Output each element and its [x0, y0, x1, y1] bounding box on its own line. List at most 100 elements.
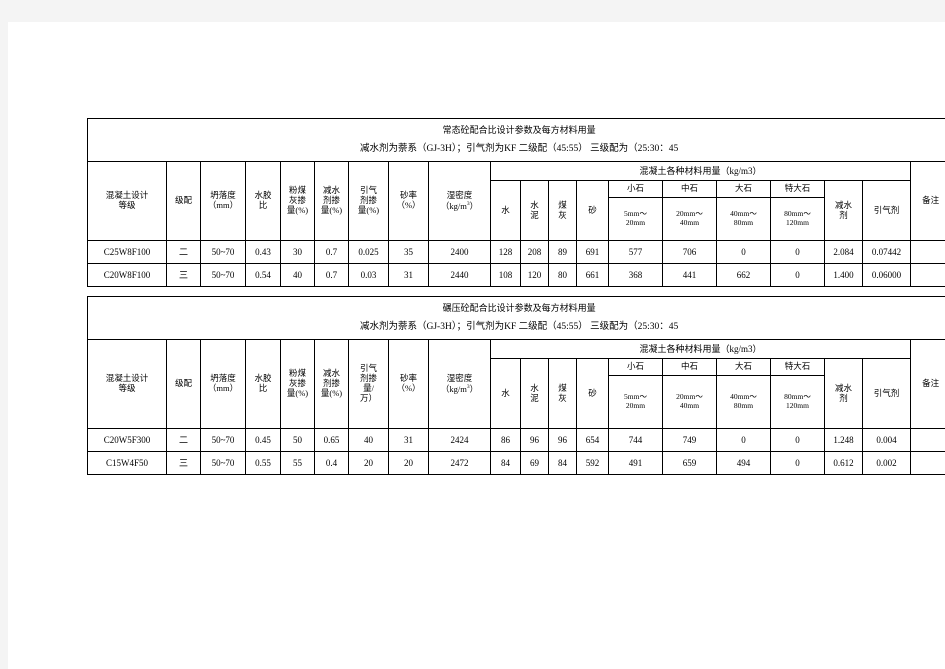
cell-xlarge-stone: 0 [770, 240, 825, 264]
header-water-binder-ratio: 水胶 比 [245, 339, 281, 429]
table-row: C25W8F100 二 50~70 0.43 30 0.7 0.025 35 2… [87, 240, 945, 264]
cell-gradation: 三 [166, 263, 201, 287]
cell-cement: 69 [520, 451, 549, 475]
table-subtitle-row: 减水剂为萘系（GJ-3H）；引气剂为KF 二级配（45:55） 三级配为（25:… [86, 139, 945, 162]
cell-water: 86 [490, 428, 521, 452]
cell-flyash: 89 [548, 240, 577, 264]
cell-small-stone: 744 [608, 428, 663, 452]
cell-wc-ratio: 0.55 [245, 451, 281, 475]
cell-air-agent: 0.06000 [862, 263, 911, 287]
cell-reducer-pct: 0.7 [314, 263, 349, 287]
cell-remark [909, 263, 945, 287]
cell-reducer-pct: 0.65 [314, 428, 349, 452]
header-water: 水 [490, 358, 521, 429]
header-wet-density: 湿密度 （kg/m3） [428, 339, 491, 429]
cell-air-agent: 0.004 [862, 428, 911, 452]
cell-sand-ratio: 20 [388, 451, 429, 475]
cell-reducer-pct: 0.7 [314, 240, 349, 264]
header-reducer-dosage: 减水 剂掺 量(%) [314, 339, 349, 429]
cell-air-agent: 0.07442 [862, 240, 911, 264]
header-flyash-dosage: 粉煤 灰掺 量(%) [280, 161, 315, 241]
header-row-1: 混凝土设计 等级 级配 坍落度 （mm） 水胶 比 粉煤 灰掺 量(%) 减水 … [87, 161, 945, 241]
header-large-stone-range: 40mm～ 80mm [716, 375, 771, 429]
rcc-concrete-table-wrapper: 碾压砼配合比设计参数及每方材料用量 减水剂为萘系（GJ-3H）；引气剂为KF 二… [86, 296, 945, 475]
cell-water: 108 [490, 263, 521, 287]
cell-reducer: 2.084 [824, 240, 863, 264]
cell-reducer: 1.400 [824, 263, 863, 287]
cell-large-stone: 0 [716, 428, 771, 452]
header-large-stone: 大石 [716, 358, 771, 376]
header-flyash-material: 煤 灰 [548, 180, 577, 241]
table-title: 碾压砼配合比设计参数及每方材料用量 [86, 296, 945, 317]
cell-cement: 96 [520, 428, 549, 452]
cell-air-agent: 0.002 [862, 451, 911, 475]
header-slump: 坍落度 （mm） [200, 339, 246, 429]
cell-cement: 208 [520, 240, 549, 264]
cell-reducer-pct: 0.4 [314, 451, 349, 475]
header-slump: 坍落度 （mm） [200, 161, 246, 241]
cell-reducer: 0.612 [824, 451, 863, 475]
cell-sand: 661 [576, 263, 609, 287]
cell-sand: 592 [576, 451, 609, 475]
header-air-material: 引气剂 [862, 180, 911, 241]
cell-sand-ratio: 35 [388, 240, 429, 264]
header-flyash-dosage: 粉煤 灰掺 量(%) [280, 339, 315, 429]
cell-flyash-pct: 40 [280, 263, 315, 287]
header-air-dosage: 引气 剂掺 量/ 万） [348, 339, 389, 429]
cell-large-stone: 494 [716, 451, 771, 475]
cell-reducer: 1.248 [824, 428, 863, 452]
cell-grade: C20W5F300 [87, 428, 167, 452]
header-air-dosage: 引气 剂掺 量(%) [348, 161, 389, 241]
header-materials-group: 混凝土各种材料用量（kg/m3） [490, 161, 911, 181]
header-sand: 砂 [576, 358, 609, 429]
cell-xlarge-stone: 0 [770, 451, 825, 475]
header-xlarge-stone-range: 80mm～ 120mm [770, 197, 825, 241]
cell-slump: 50~70 [200, 428, 246, 452]
cell-sand-ratio: 31 [388, 428, 429, 452]
rcc-concrete-table: 碾压砼配合比设计参数及每方材料用量 减水剂为萘系（GJ-3H）；引气剂为KF 二… [86, 296, 945, 475]
cell-mid-stone: 706 [662, 240, 717, 264]
header-reducer-material: 减水 剂 [824, 180, 863, 241]
header-air-material: 引气剂 [862, 358, 911, 429]
table-subtitle-row: 减水剂为萘系（GJ-3H）；引气剂为KF 二级配（45:55） 三级配为（25:… [86, 317, 945, 340]
cell-grade: C25W8F100 [87, 240, 167, 264]
header-mid-stone-range: 20mm～ 40mm [662, 375, 717, 429]
cell-mid-stone: 441 [662, 263, 717, 287]
header-wet-density: 湿密度 （kg/m3） [428, 161, 491, 241]
table-row: C20W8F100 三 50~70 0.54 40 0.7 0.03 31 24… [87, 263, 945, 287]
header-reducer-dosage: 减水 剂掺 量(%) [314, 161, 349, 241]
cell-sand: 654 [576, 428, 609, 452]
cell-density: 2400 [428, 240, 491, 264]
table-subtitle: 减水剂为萘系（GJ-3H）；引气剂为KF 二级配（45:55） 三级配为（25:… [86, 139, 945, 162]
header-water: 水 [490, 180, 521, 241]
cell-air-pct: 0.03 [348, 263, 389, 287]
cell-remark [909, 451, 945, 475]
header-small-stone: 小石 [608, 180, 663, 198]
header-small-stone-range: 5mm～ 20mm [608, 375, 663, 429]
cell-sand: 691 [576, 240, 609, 264]
cell-grade: C20W8F100 [87, 263, 167, 287]
cell-density: 2424 [428, 428, 491, 452]
header-xlarge-stone: 特大石 [770, 358, 825, 376]
table-row: C15W4F50 三 50~70 0.55 55 0.4 20 20 2472 … [87, 451, 945, 475]
cell-water: 84 [490, 451, 521, 475]
cell-cement: 120 [520, 263, 549, 287]
cell-small-stone: 368 [608, 263, 663, 287]
header-grade: 混凝土设计 等级 [87, 339, 167, 429]
cell-air-pct: 20 [348, 451, 389, 475]
header-sand: 砂 [576, 180, 609, 241]
cell-wc-ratio: 0.54 [245, 263, 281, 287]
header-cement: 水 泥 [520, 358, 549, 429]
table-title-row: 碾压砼配合比设计参数及每方材料用量 [86, 296, 945, 317]
header-reducer-material: 减水 剂 [824, 358, 863, 429]
cell-remark [909, 428, 945, 452]
header-cement: 水 泥 [520, 180, 549, 241]
cell-flyash: 84 [548, 451, 577, 475]
cell-density: 2472 [428, 451, 491, 475]
cell-water: 128 [490, 240, 521, 264]
table-row: C20W5F300 二 50~70 0.45 50 0.65 40 31 242… [87, 428, 945, 452]
header-gradation: 级配 [166, 339, 201, 429]
cell-sand-ratio: 31 [388, 263, 429, 287]
header-small-stone-range: 5mm～ 20mm [608, 197, 663, 241]
cell-gradation: 二 [166, 240, 201, 264]
